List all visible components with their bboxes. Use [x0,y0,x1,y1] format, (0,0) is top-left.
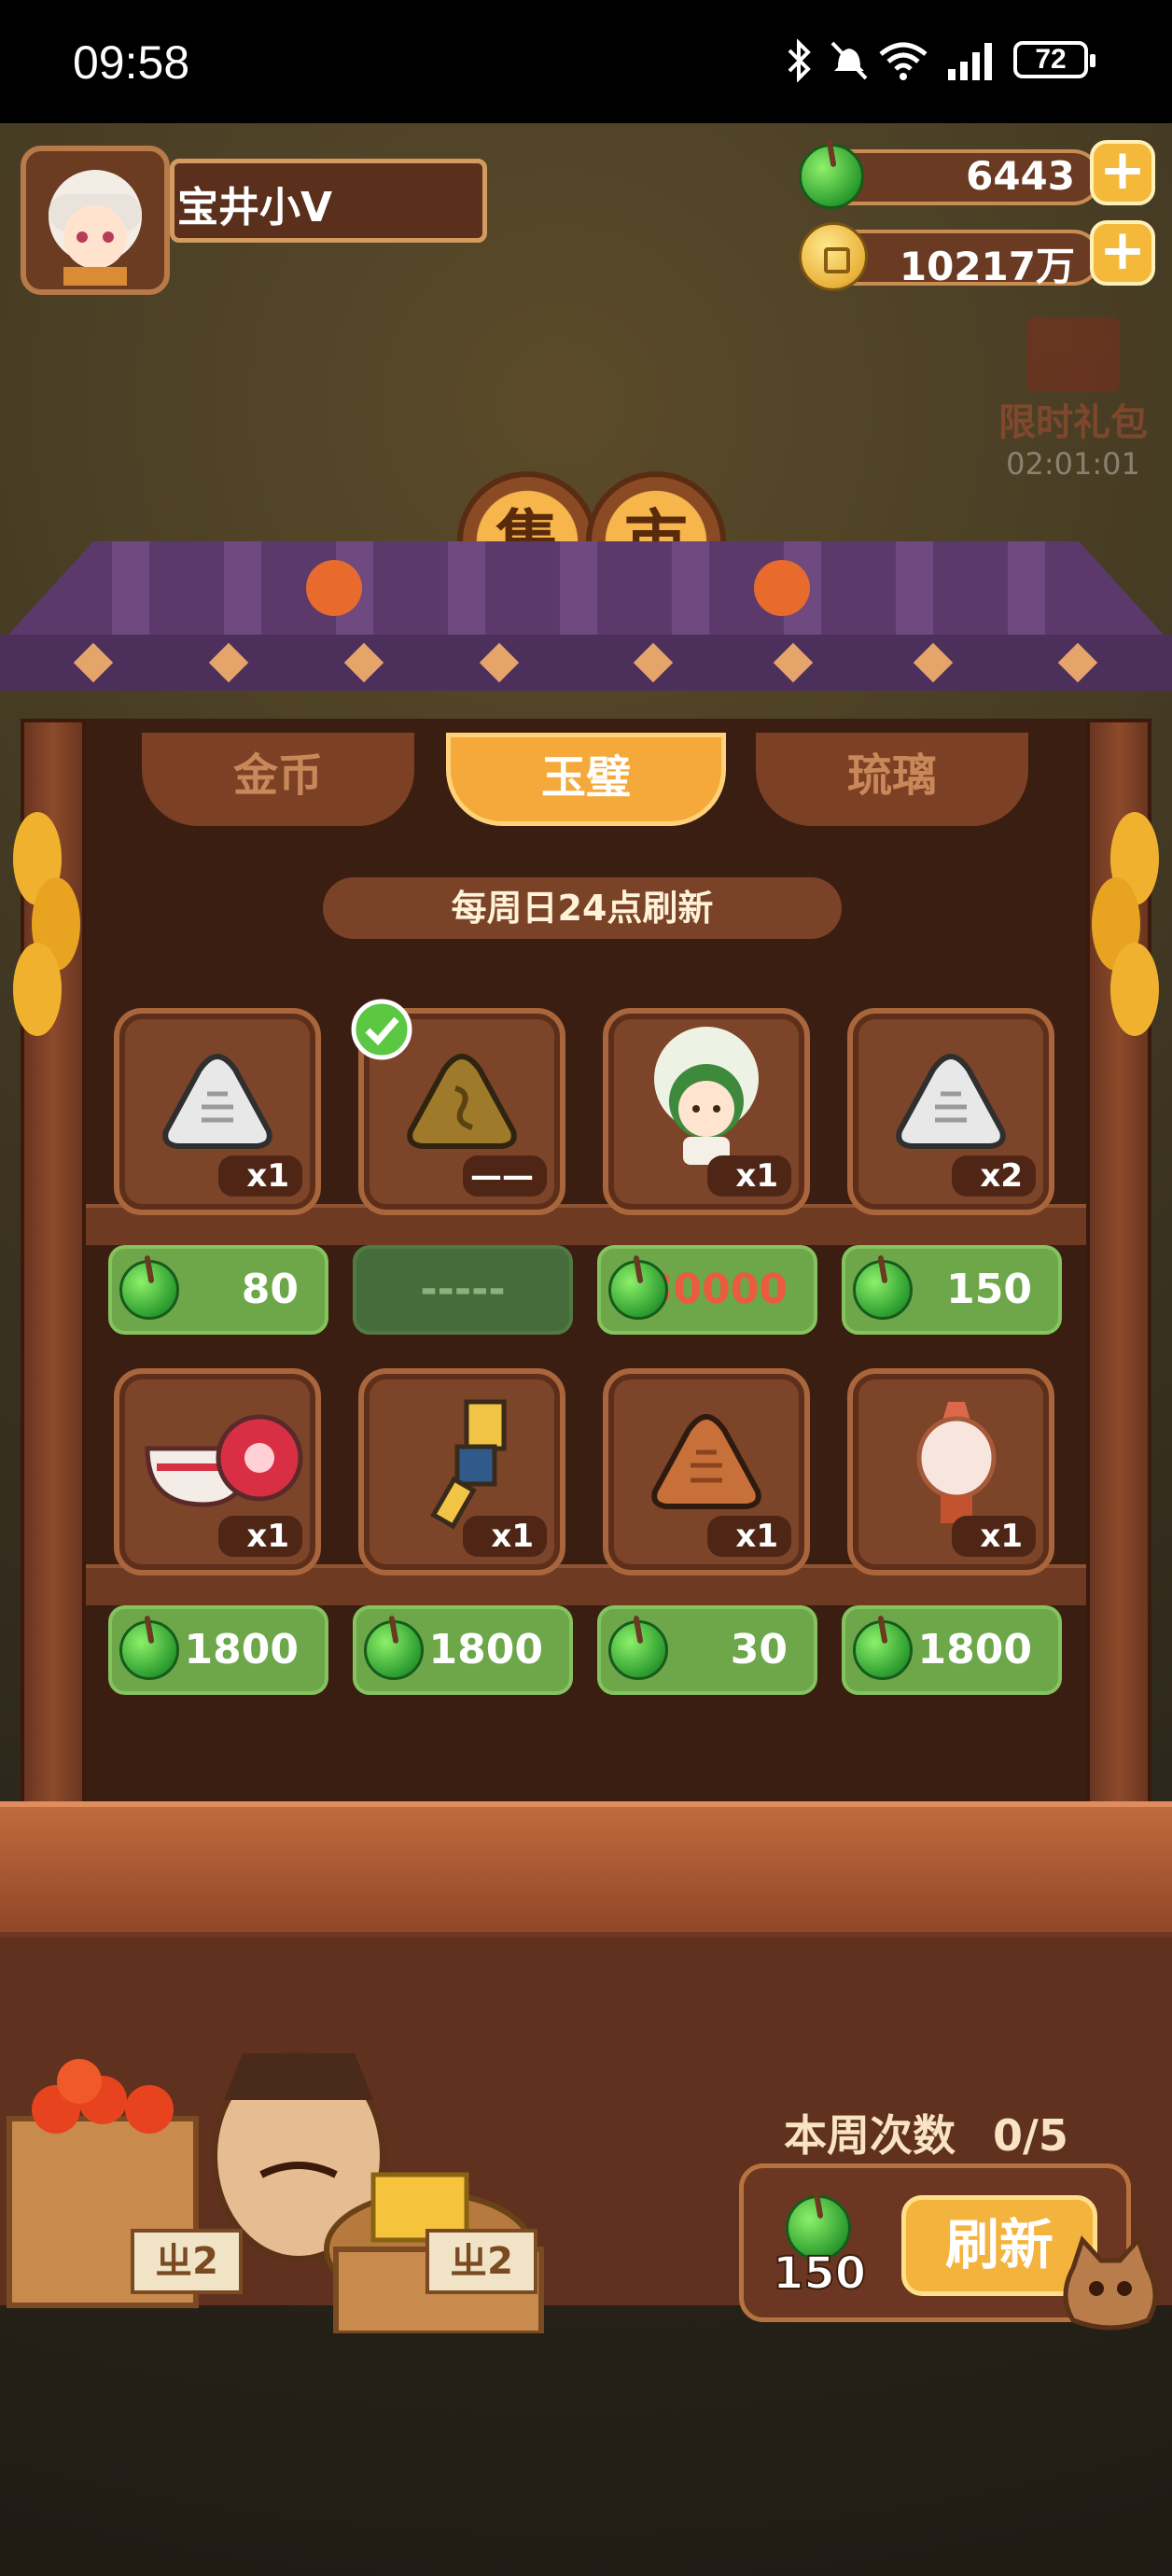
item-qty: x2 [952,1155,1036,1197]
timed-gift-timer: 02:01:01 [1006,446,1140,482]
tab-jade[interactable]: 玉璧 [446,733,726,826]
timed-gift-label: 限时礼包 [998,401,1148,444]
price-value: 150 [946,1266,1032,1313]
item-slot-4[interactable]: x2 [847,1008,1054,1215]
item-slot-1[interactable]: x1 [114,1008,321,1215]
item-qty: x1 [707,1516,791,1557]
item-qty: x1 [952,1516,1036,1557]
jade-price-icon [853,1260,913,1320]
silver-token-icon [162,1053,272,1149]
corn-decoration-left-icon [13,812,80,1036]
price-button-8[interactable]: 1800 [842,1605,1062,1695]
weekly-count-text: 本周次数 [784,2110,956,2161]
bluetooth-icon [788,39,811,82]
price-value: 80 [241,1266,299,1313]
status-bar: 09:58 72 [0,0,1172,123]
cat-mascot-icon [1063,2235,1158,2331]
jade-price-icon [608,1620,668,1680]
copper-token-icon [651,1413,761,1509]
coin-amount: 10217万 [899,244,1075,289]
battery-indicator: 72 [1013,41,1095,78]
jade-amount: 6443 [966,153,1075,199]
tab-glass[interactable]: 琉璃 [756,733,1028,826]
wifi-icon [879,42,928,80]
timed-gift-button[interactable]: 限时礼包 02:01:01 [989,317,1157,482]
crate-label-1: ㄓ2 [131,2229,243,2294]
item-qty: x1 [218,1155,302,1197]
avatar-portrait-icon [49,170,142,286]
jade-price-icon [364,1620,424,1680]
item-qty: x1 [707,1155,791,1197]
shop-counter [0,1801,1172,1938]
player-name: 宝井小V [177,184,333,231]
jade-currency-icon [799,144,864,209]
add-coins-button[interactable]: + [1090,220,1155,286]
clock: 09:58 [73,36,190,89]
weekly-count-label: 本周次数 0/5 [784,2102,1068,2163]
add-jade-button[interactable]: + [1090,140,1155,205]
bronze-token-icon [407,1053,517,1149]
price-button-4[interactable]: 150 [842,1245,1062,1335]
item-qty: —— [463,1155,547,1197]
mute-icon [830,41,868,80]
item-qty: x1 [218,1516,302,1557]
coin-currency-icon [799,222,868,291]
price-value: 1800 [917,1626,1032,1673]
signal-icon [948,43,992,80]
price-button-2-sold: ----- [353,1245,573,1335]
weekly-count-value: 0/5 [993,2110,1068,2161]
lantern-icon [916,1402,997,1523]
item-slot-7[interactable]: x1 [603,1368,810,1575]
price-value: ----- [420,1266,506,1313]
player-avatar[interactable] [21,146,170,295]
silver-token-icon [896,1053,1006,1149]
price-button-3[interactable]: 30000 [597,1245,817,1335]
item-slot-3[interactable]: x1 [603,1008,810,1215]
gift-box-icon [1026,317,1120,392]
price-button-6[interactable]: 1800 [353,1605,573,1695]
price-value: 30 [730,1626,788,1673]
price-button-1[interactable]: 80 [108,1245,328,1335]
item-slot-5[interactable]: x1 [114,1368,321,1575]
jade-price-icon [119,1260,179,1320]
character-icon [654,1027,759,1165]
corn-decoration-right-icon [1092,812,1159,1036]
tab-gold[interactable]: 金币 [142,733,414,826]
shop-roof [0,541,1172,691]
price-value: 1800 [184,1626,299,1673]
crate-label-2: ㄓ2 [426,2229,537,2294]
weekly-refresh-note: 每周日24点刷新 [323,877,842,939]
purchased-check-icon [351,999,412,1060]
price-button-5[interactable]: 1800 [108,1605,328,1695]
refresh-cost: 150 [772,2247,867,2301]
porcelain-bowl-icon [145,1414,303,1507]
item-slot-8[interactable]: x1 [847,1368,1054,1575]
price-value: 1800 [428,1626,543,1673]
item-slot-6[interactable]: x1 [358,1368,565,1575]
price-button-7[interactable]: 30 [597,1605,817,1695]
jade-price-icon [853,1620,913,1680]
ornament-hand-icon [430,1399,507,1530]
jade-price-icon [608,1260,668,1320]
jade-price-icon [119,1620,179,1680]
item-qty: x1 [463,1516,547,1557]
